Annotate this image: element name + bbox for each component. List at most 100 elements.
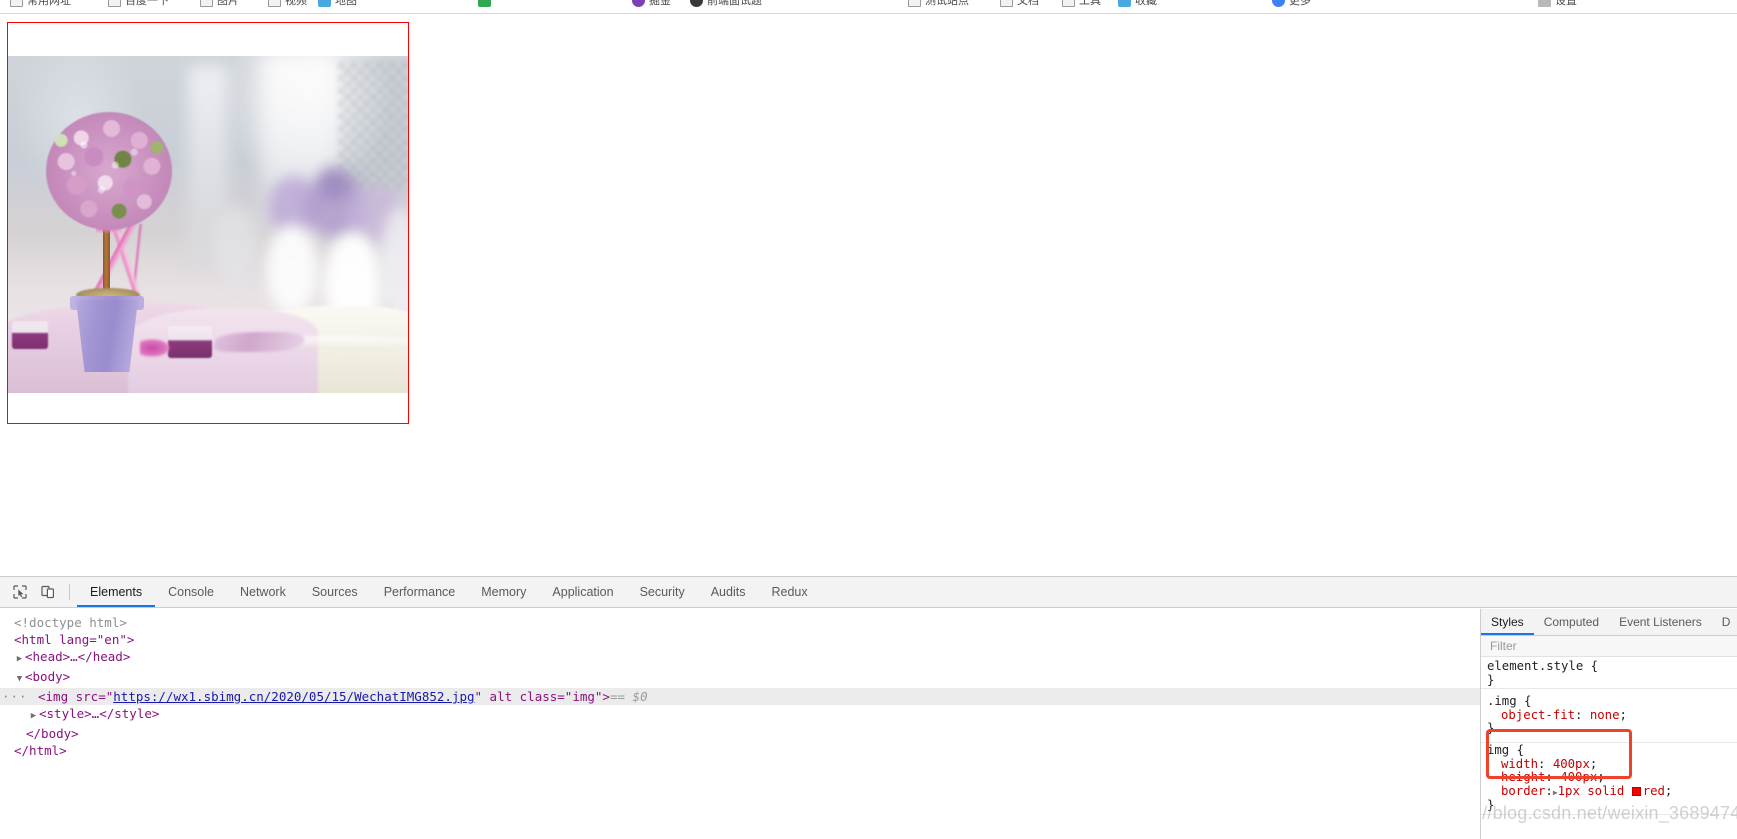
tab-redux[interactable]: Redux [758,577,820,607]
devtools-panel: Elements Console Network Sources Perform… [0,576,1737,839]
bookmark-label: 掘金 [649,0,671,7]
tab-sources[interactable]: Sources [299,577,371,607]
bookmark-item[interactable]: 工具 [1062,0,1101,10]
bookmark-item[interactable]: 图片 [200,0,239,10]
tab-computed[interactable]: Computed [1534,609,1609,635]
bookmark-label: 收藏 [1135,0,1157,7]
tab-application[interactable]: Application [539,577,626,607]
bookmark-label: 设置 [1555,0,1577,7]
page-viewport [0,15,1737,575]
bookmark-item[interactable]: 掘金 [632,0,671,10]
bookmark-item[interactable]: 设置 [1538,0,1577,10]
bookmark-label: 地图 [335,0,357,7]
selected-image-element[interactable] [7,22,409,424]
filter-placeholder: Filter [1490,639,1517,653]
dom-line-body-open[interactable]: ▼ <body> [0,668,1480,688]
dom-line-style[interactable]: ▶ <style>…</style> [0,705,1480,725]
bookmark-label: 常用网址 [27,0,71,7]
declaration-value[interactable]: 400px [1553,757,1590,771]
declaration-value[interactable]: none [1590,708,1620,722]
bookmark-item[interactable]: 前端面试题 [690,0,762,10]
chevron-right-icon[interactable]: ▶ [28,708,39,725]
tab-network[interactable]: Network [227,577,299,607]
inspect-cursor-icon[interactable] [6,577,34,607]
bookmark-label: 测试站点 [925,0,969,7]
bookmark-label: 工具 [1079,0,1101,7]
bookmark-label: 百度一下 [125,0,169,7]
bookmark-item[interactable]: 常用网址 [10,0,71,10]
device-toolbar-icon[interactable] [34,577,62,607]
expand-shorthand-icon[interactable]: ▶ [1553,788,1558,797]
bookmark-item[interactable]: 百度一下 [108,0,169,10]
rule-img-element[interactable]: img { width: 400px; height: 400px; borde… [1481,743,1737,815]
declaration-property[interactable]: border [1487,784,1545,799]
bookmark-item[interactable]: 文档 [1000,0,1039,10]
bookmark-item[interactable]: 收藏 [1118,0,1157,10]
page-icon [908,0,921,7]
bookmark-item[interactable]: 地图 [318,0,357,10]
tab-console[interactable]: Console [155,577,227,607]
chevron-right-icon[interactable]: ▶ [14,651,25,668]
devtools-body: <!doctype html> <html lang="en"> ▶ <head>… [0,609,1737,839]
overflow-ellipsis[interactable]: ··· [2,688,28,705]
dom-line-html-close: </html> [14,743,67,758]
bookmark-label: 更多 [1289,0,1311,7]
dark-dot-icon [690,0,703,7]
page-icon [200,0,213,7]
purple-dot-icon [632,0,645,7]
dom-line-html-open[interactable]: <html lang="en"> [0,631,1480,648]
devtools-tabbar: Elements Console Network Sources Perform… [0,577,1737,608]
styles-rule-list: element.style { } .img { object-fit: non… [1481,657,1737,815]
dom-line-body-close: </body> [26,726,79,741]
page-icon [268,0,281,7]
tab-dom-breakpoints[interactable]: D [1712,609,1737,635]
declaration-value[interactable]: 1px solid red [1558,784,1665,798]
tab-elements[interactable]: Elements [77,577,155,607]
topiary-photo [8,56,408,393]
dom-line-doctype: <!doctype html> [14,615,127,630]
dom-line-img-selected[interactable]: ··· <img src="https://wx1.sbimg.cn/2020/0… [0,688,1480,705]
toolbar-divider [69,584,70,600]
rule-selector[interactable]: .img [1487,694,1517,708]
map-icon [318,0,331,7]
page-icon [1000,0,1013,7]
dom-line-head[interactable]: ▶ <head>…</head> [0,648,1480,668]
img-src-link[interactable]: https://wx1.sbimg.cn/2020/05/15/WechatIM… [113,689,474,704]
tab-memory[interactable]: Memory [468,577,539,607]
bookmark-label: 视频 [285,0,307,7]
tab-styles[interactable]: Styles [1481,609,1534,635]
declaration-value[interactable]: 400px [1560,770,1597,784]
rule-img-class[interactable]: .img { object-fit: none; } [1481,689,1737,743]
green-icon [478,0,491,7]
bookmarks-bar: 常用网址 百度一下 图片 视频 地图 掘金 前端面试题 测试站点 文档 工具 收… [0,0,1737,14]
chevron-down-icon[interactable]: ▼ [14,671,25,688]
bookmark-item[interactable] [478,0,491,10]
image-content-clip [8,56,408,393]
rule-element-style[interactable]: element.style { } [1481,659,1737,690]
tab-audits[interactable]: Audits [698,577,759,607]
selected-node-marker: == $0 [609,689,648,704]
page-icon [108,0,121,7]
bookmark-label: 图片 [217,0,239,7]
declaration-property[interactable]: height [1487,771,1545,785]
page-icon [1062,0,1075,7]
dom-tree[interactable]: <!doctype html> <html lang="en"> ▶ <head>… [0,609,1480,839]
bookmark-item[interactable]: 测试站点 [908,0,969,10]
bookmark-item[interactable]: 更多 [1272,0,1311,10]
browser-window: 常用网址 百度一下 图片 视频 地图 掘金 前端面试题 测试站点 文档 工具 收… [0,0,1737,839]
color-swatch[interactable] [1631,786,1641,796]
blue-dot-icon [1272,0,1285,7]
tab-performance[interactable]: Performance [371,577,469,607]
styles-sidebar-tabbar: Styles Computed Event Listeners D [1481,609,1737,636]
styles-sidebar: Styles Computed Event Listeners D Filter… [1480,609,1737,839]
styles-filter-input[interactable]: Filter [1481,636,1737,657]
declaration-property[interactable]: object-fit [1487,708,1575,723]
rule-selector[interactable]: img [1487,743,1509,757]
bookmark-item[interactable]: 视频 [268,0,307,10]
rule-selector[interactable]: element.style [1487,659,1583,673]
tab-security[interactable]: Security [627,577,698,607]
tab-event-listeners[interactable]: Event Listeners [1609,609,1712,635]
folder-icon [10,0,23,7]
declaration-property[interactable]: width [1487,757,1538,772]
grey-icon [1538,0,1551,7]
